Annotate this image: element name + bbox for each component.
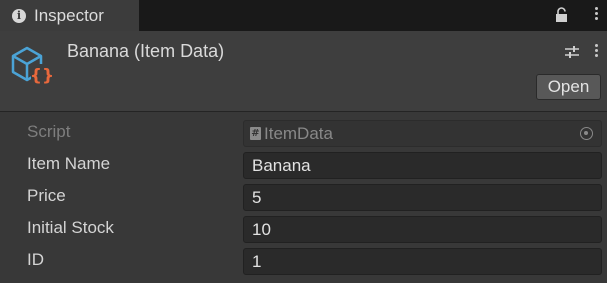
- item-name-input[interactable]: Banana: [243, 152, 602, 179]
- object-picker-icon: [580, 127, 593, 140]
- open-button[interactable]: Open: [536, 74, 601, 100]
- kebab-menu-icon[interactable]: [594, 7, 598, 23]
- item-name-label: Item Name: [27, 154, 111, 173]
- price-label: Price: [27, 186, 66, 205]
- script-field: # ItemData: [243, 120, 602, 147]
- script-row: Script # ItemData: [0, 118, 607, 147]
- id-row: ID 1: [0, 246, 607, 275]
- id-input[interactable]: 1: [243, 248, 602, 275]
- price-row: Price 5: [0, 182, 607, 211]
- svg-text:{}: {}: [30, 66, 54, 86]
- tab-inspector[interactable]: i Inspector: [0, 0, 139, 31]
- initial-stock-row: Initial Stock 10: [0, 214, 607, 243]
- script-icon: #: [250, 127, 261, 140]
- property-fields: Script # ItemData Item Name Banana Price…: [0, 113, 607, 283]
- scriptable-object-icon: {}: [11, 46, 54, 86]
- lock-icon[interactable]: [555, 7, 568, 23]
- asset-title: Banana (Item Data): [67, 41, 225, 61]
- script-label: Script: [27, 122, 71, 141]
- initial-stock-input[interactable]: 10: [243, 216, 602, 243]
- kebab-menu-icon[interactable]: [594, 44, 598, 60]
- sliders-icon[interactable]: [564, 44, 580, 60]
- initial-stock-label: Initial Stock: [27, 218, 114, 237]
- tab-inspector-label: Inspector: [34, 5, 104, 25]
- price-input[interactable]: 5: [243, 184, 602, 211]
- script-value: ItemData: [264, 123, 333, 143]
- info-icon: i: [12, 8, 26, 23]
- tab-bar: i Inspector: [0, 0, 607, 31]
- id-label: ID: [27, 250, 44, 269]
- inspector-header: {} Banana (Item Data) Open: [0, 31, 607, 112]
- item-name-row: Item Name Banana: [0, 150, 607, 179]
